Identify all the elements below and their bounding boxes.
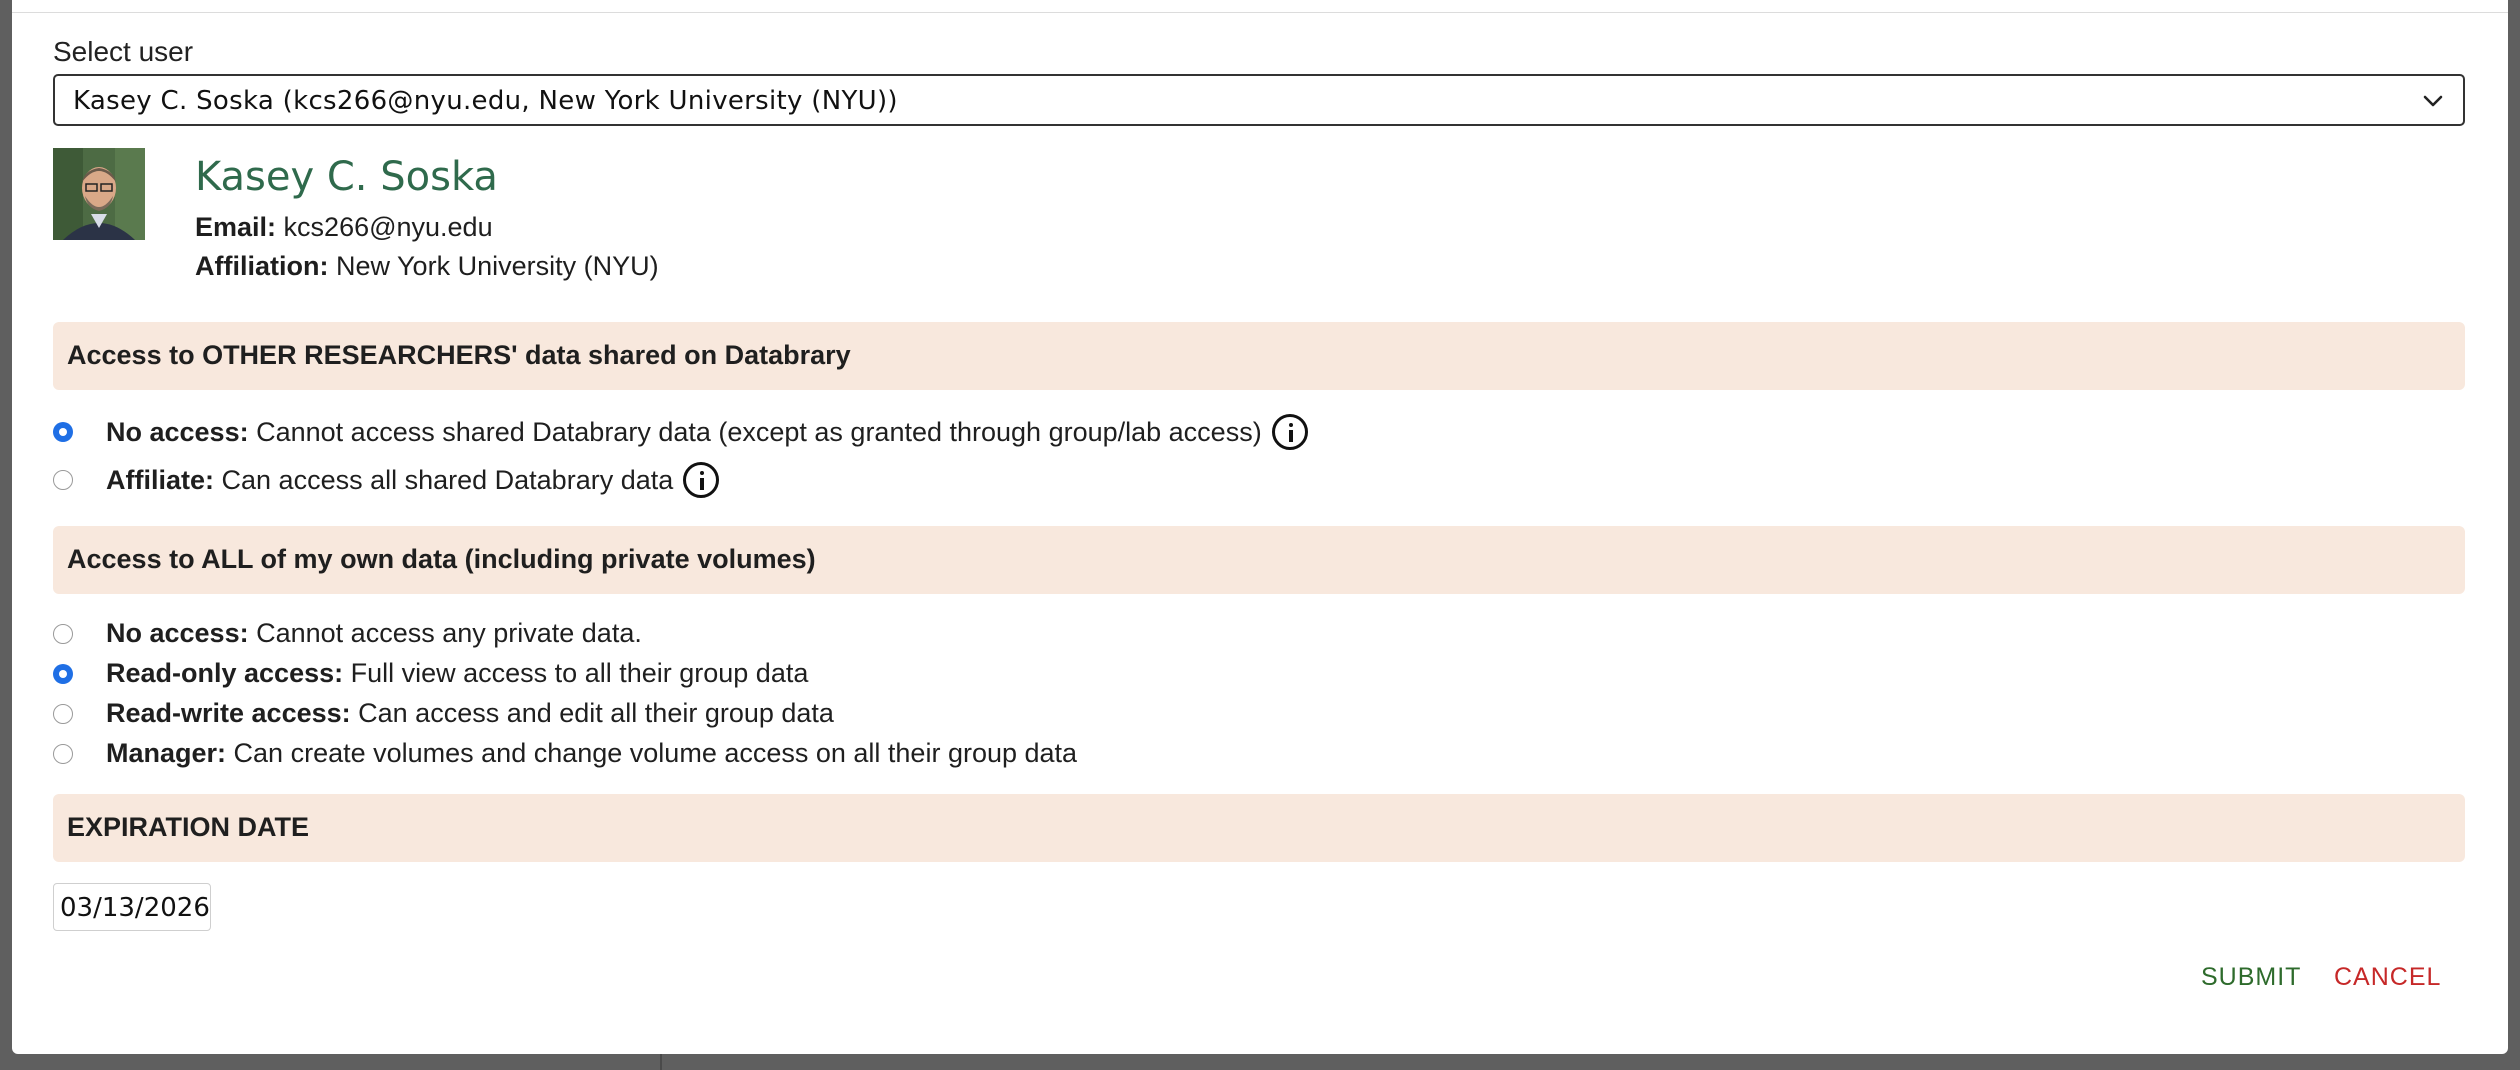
radio-label: Read-only access: Full view access to al… xyxy=(106,658,809,688)
info-icon[interactable] xyxy=(683,462,720,498)
cancel-button[interactable]: CANCEL xyxy=(2334,963,2441,992)
user-select-dropdown[interactable]: Kasey C. Soska (kcs266@nyu.edu, New York… xyxy=(53,74,2465,126)
radio-button[interactable] xyxy=(53,470,73,490)
radio-label: Read-write access: Can access and edit a… xyxy=(106,698,834,728)
radio-label: Manager: Can create volumes and change v… xyxy=(106,738,1078,768)
expiration-date-input[interactable]: 03/13/2026 xyxy=(53,883,211,931)
section-title: Access to OTHER RESEARCHERS' data shared… xyxy=(67,340,851,370)
radio-label: Affiliate: Can access all shared Databra… xyxy=(106,462,720,500)
user-name: Kasey C. Soska xyxy=(195,154,498,200)
user-email: Email: kcs266@nyu.edu xyxy=(195,212,493,243)
chevron-down-icon xyxy=(2423,95,2443,107)
select-user-label: Select user xyxy=(53,36,194,67)
section-header-own-data: Access to ALL of my own data (including … xyxy=(53,526,2465,594)
submit-button[interactable]: SUBMIT xyxy=(2201,963,2301,992)
radio-label: No access: Cannot access any private dat… xyxy=(106,618,642,648)
radio-button[interactable] xyxy=(53,624,73,644)
affiliation-value: New York University (NYU) xyxy=(336,251,659,281)
user-affiliation: Affiliation: New York University (NYU) xyxy=(195,251,659,282)
info-icon[interactable] xyxy=(1271,414,1308,450)
section-header-other-data: Access to OTHER RESEARCHERS' data shared… xyxy=(53,322,2465,390)
section-title: EXPIRATION DATE xyxy=(67,812,310,842)
user-avatar xyxy=(53,148,145,240)
radio-button[interactable] xyxy=(53,704,73,724)
radio-label: No access: Cannot access shared Databrar… xyxy=(106,414,1308,452)
section-title: Access to ALL of my own data (including … xyxy=(67,544,816,574)
radio-button[interactable] xyxy=(53,744,73,764)
affiliation-label: Affiliation: xyxy=(195,251,329,281)
email-label: Email: xyxy=(195,212,277,242)
dialog-top-divider xyxy=(12,0,2508,13)
radio-button[interactable] xyxy=(53,664,73,684)
section-header-expiration: EXPIRATION DATE xyxy=(53,794,2465,862)
radio-button[interactable] xyxy=(53,422,73,442)
email-value: kcs266@nyu.edu xyxy=(283,212,493,242)
selected-user-value: Kasey C. Soska (kcs266@nyu.edu, New York… xyxy=(73,86,898,116)
user-access-dialog: Select user Kasey C. Soska (kcs266@nyu.e… xyxy=(12,0,2508,1054)
